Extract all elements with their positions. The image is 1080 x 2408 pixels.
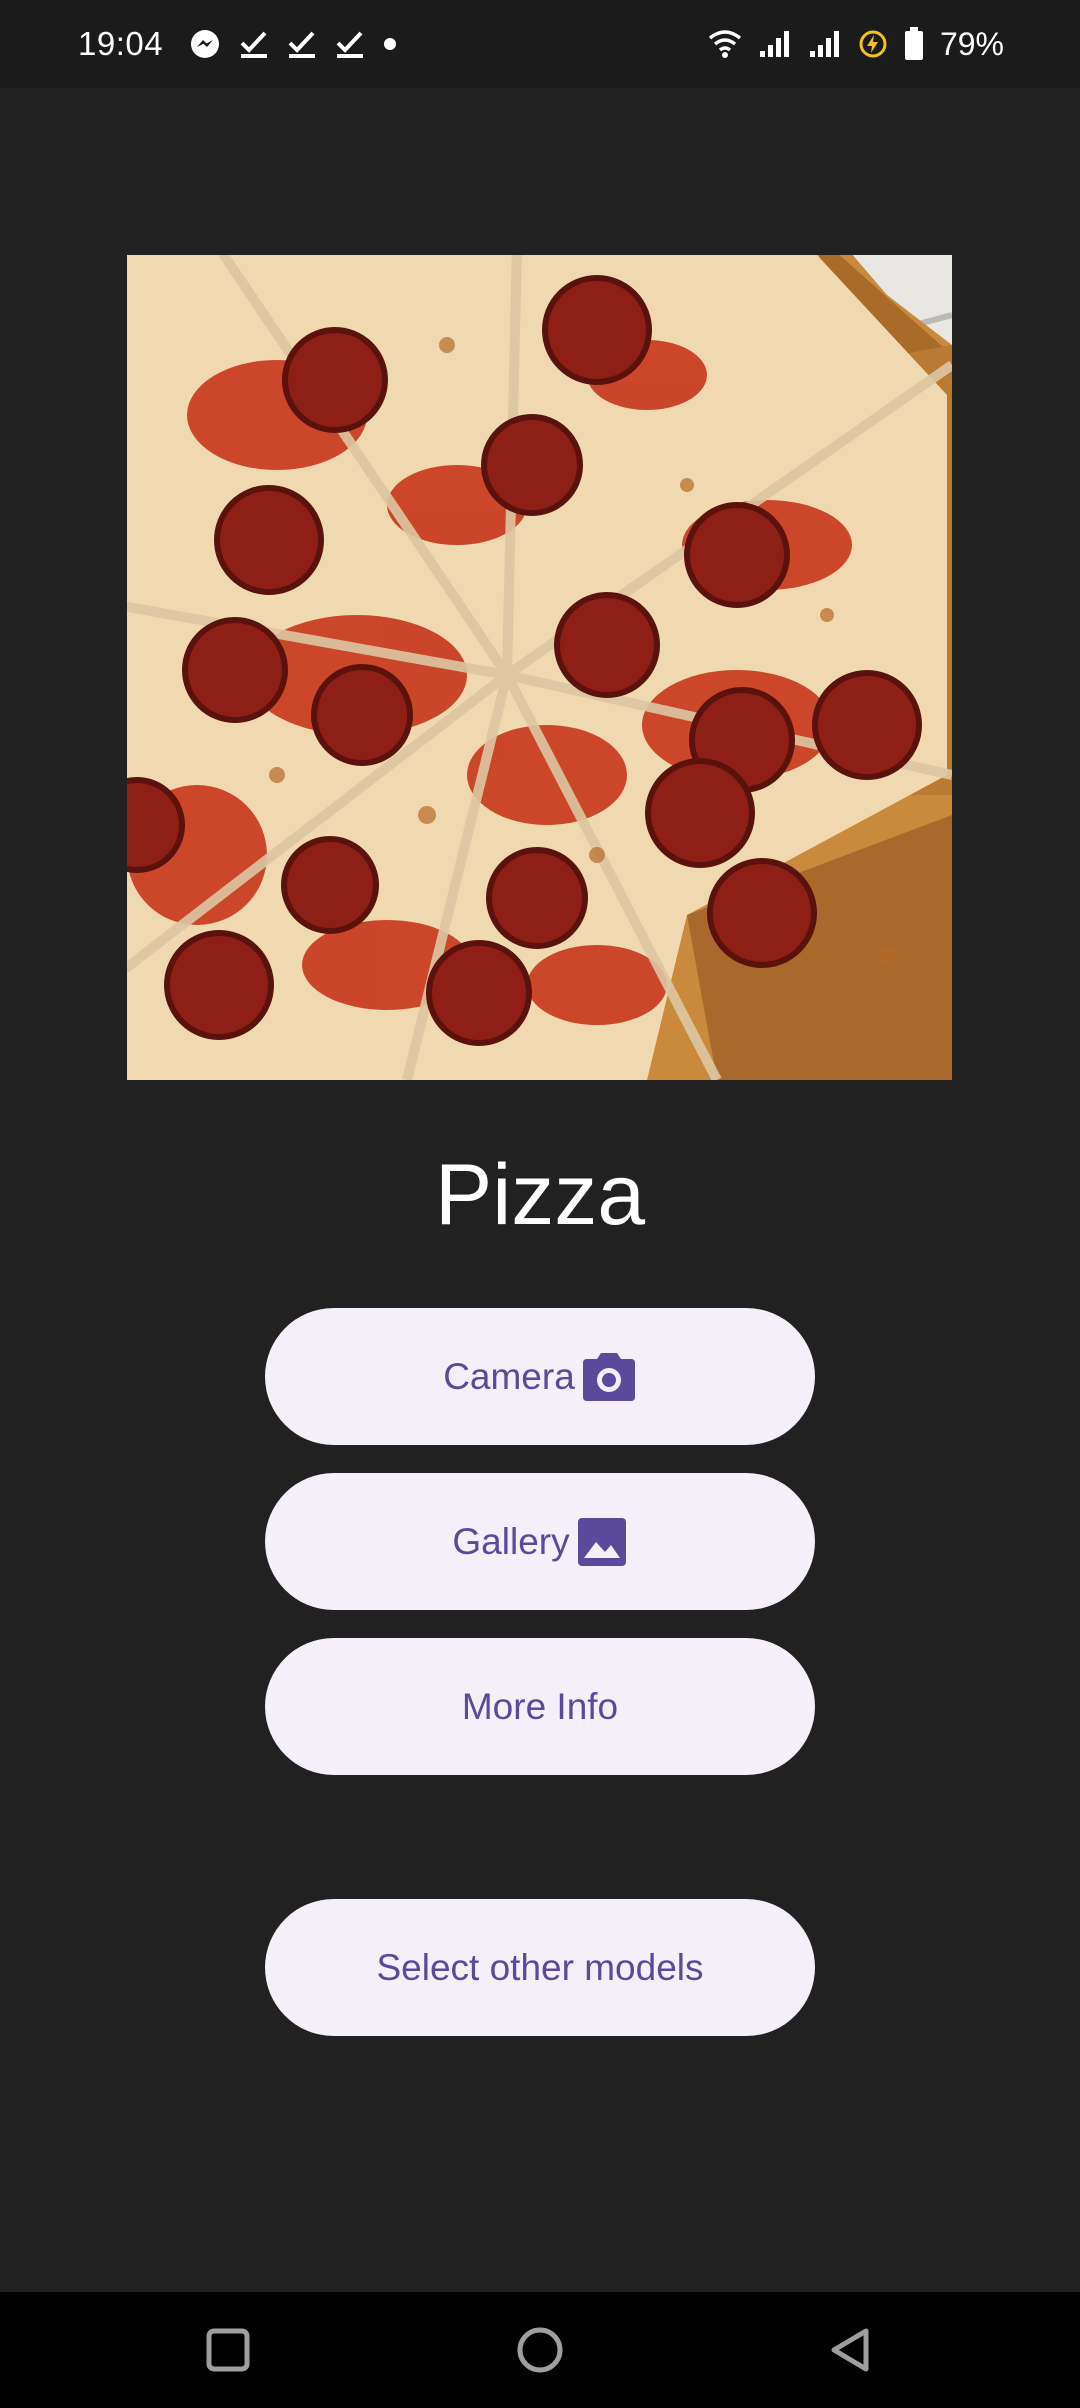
back-button[interactable] [812, 2312, 888, 2388]
gallery-button-label: Gallery [452, 1520, 570, 1562]
signal-icon [759, 31, 789, 57]
status-bar: 19:04 79% [0, 0, 1080, 88]
select-models-button-label: Select other models [376, 1946, 704, 1988]
result-label: Pizza [434, 1147, 646, 1243]
camera-icon [582, 1352, 635, 1401]
more-info-button-label: More Info [461, 1685, 619, 1727]
checkmark-icon [336, 31, 364, 58]
more-info-button[interactable]: More Info [265, 1638, 815, 1775]
pizza-image [127, 255, 952, 1080]
image-icon [577, 1517, 626, 1566]
status-left: 19:04 [78, 0, 397, 88]
camera-button-label: Camera [443, 1355, 575, 1397]
battery-icon [904, 27, 923, 60]
checkmark-icon [240, 31, 268, 58]
wifi-icon [708, 30, 742, 58]
messenger-icon [191, 30, 220, 58]
back-icon [831, 2328, 869, 2372]
recents-button[interactable] [190, 2312, 266, 2388]
select-models-button[interactable]: Select other models [265, 1899, 815, 2036]
dot-icon [384, 38, 397, 50]
battery-percent: 79% [939, 25, 1004, 62]
navigation-bar [0, 2292, 1080, 2408]
home-button[interactable] [502, 2312, 578, 2388]
recents-icon [206, 2328, 250, 2372]
camera-button[interactable]: Camera [265, 1308, 815, 1445]
home-icon [517, 2327, 563, 2373]
battery-saver-icon [859, 30, 887, 58]
checkmark-icon [288, 31, 316, 58]
status-right: 79% [708, 0, 1004, 88]
gallery-button[interactable]: Gallery [265, 1473, 815, 1610]
signal-icon [809, 31, 839, 57]
status-time: 19:04 [78, 25, 164, 62]
